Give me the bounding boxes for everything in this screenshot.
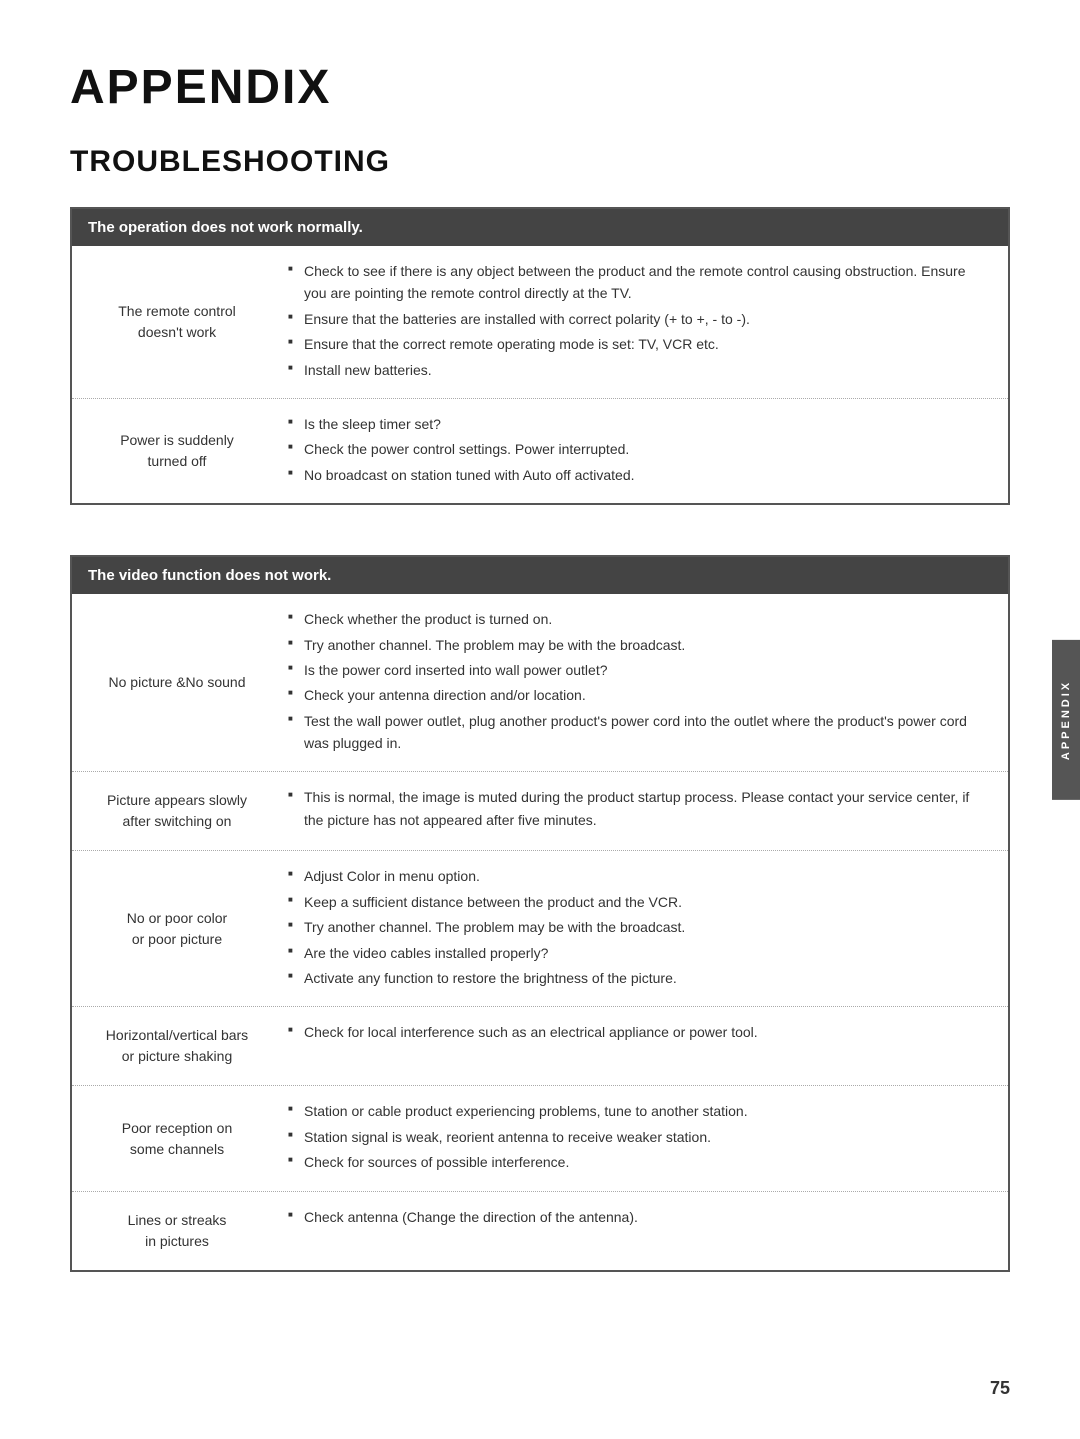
list-item: Check for local interference such as an …	[288, 1021, 988, 1043]
list-item: Test the wall power outlet, plug another…	[288, 710, 988, 755]
list-item: Ensure that the correct remote operating…	[288, 333, 988, 355]
list-item: Try another channel. The problem may be …	[288, 916, 988, 938]
table-row: No picture &No soundCheck whether the pr…	[72, 594, 1008, 771]
page-title: APPENDIX	[70, 60, 1010, 115]
table-row: Lines or streaksin pictures Check antenna…	[72, 1191, 1008, 1270]
row-label: No or poor coloror poor picture	[72, 851, 272, 1006]
sidebar-tab: APPENDIX	[1052, 639, 1080, 799]
row-label: The remote controldoesn't work	[72, 246, 272, 398]
table-operation: The operation does not work normally. Th…	[70, 207, 1010, 505]
page-number: 75	[990, 1378, 1010, 1399]
list-item: Adjust Color in menu option.	[288, 865, 988, 887]
list-item: Station signal is weak, reorient antenna…	[288, 1126, 988, 1148]
table-row: No or poor coloror poor pictureAdjust Co…	[72, 850, 1008, 1006]
list-item: This is normal, the image is muted durin…	[288, 786, 988, 831]
row-content: Check antenna (Change the direction of t…	[272, 1192, 1008, 1270]
list-item: Ensure that the batteries are installed …	[288, 308, 988, 330]
row-label: Lines or streaksin pictures	[72, 1192, 272, 1270]
table-video: The video function does not work. No pic…	[70, 555, 1010, 1271]
list-item: Is the sleep timer set?	[288, 413, 988, 435]
table-row: Horizontal/vertical barsor picture shaki…	[72, 1006, 1008, 1085]
row-content: Is the sleep timer set? Check the power c…	[272, 399, 1008, 503]
list-item: Check for sources of possible interferen…	[288, 1151, 988, 1173]
row-content: Check for local interference such as an …	[272, 1007, 1008, 1085]
row-label: No picture &No sound	[72, 594, 272, 771]
table-row: The remote controldoesn't work Check to s…	[72, 246, 1008, 398]
table2-header: The video function does not work.	[72, 557, 1008, 594]
row-label: Power is suddenlyturned off	[72, 399, 272, 503]
list-item: Station or cable product experiencing pr…	[288, 1100, 988, 1122]
row-content: Station or cable product experiencing pr…	[272, 1086, 1008, 1190]
row-label: Picture appears slowlyafter switching on	[72, 772, 272, 850]
list-item: Is the power cord inserted into wall pow…	[288, 659, 988, 681]
sidebar-label: APPENDIX	[1060, 679, 1072, 759]
list-item: Check to see if there is any object betw…	[288, 260, 988, 305]
table1-header: The operation does not work normally.	[72, 209, 1008, 246]
table-row: Picture appears slowlyafter switching on…	[72, 771, 1008, 850]
row-content: Check whether the product is turned on. T…	[272, 594, 1008, 771]
row-label: Poor reception onsome channels	[72, 1086, 272, 1190]
table-row: Poor reception onsome channels Station or…	[72, 1085, 1008, 1190]
row-content: Adjust Color in menu option. Keep a suffi…	[272, 851, 1008, 1006]
section-title: TROUBLESHOOTING	[70, 145, 1010, 179]
row-label: Horizontal/vertical barsor picture shaki…	[72, 1007, 272, 1085]
row-content: This is normal, the image is muted durin…	[272, 772, 1008, 850]
list-item: Activate any function to restore the bri…	[288, 967, 988, 989]
list-item: Install new batteries.	[288, 359, 988, 381]
list-item: No broadcast on station tuned with Auto …	[288, 464, 988, 486]
list-item: Try another channel. The problem may be …	[288, 634, 988, 656]
list-item: Keep a sufficient distance between the p…	[288, 891, 988, 913]
list-item: Are the video cables installed properly?	[288, 942, 988, 964]
list-item: Check your antenna direction and/or loca…	[288, 684, 988, 706]
list-item: Check the power control settings. Power …	[288, 438, 988, 460]
list-item: Check antenna (Change the direction of t…	[288, 1206, 988, 1228]
table-row: Power is suddenlyturned offIs the sleep …	[72, 398, 1008, 503]
row-content: Check to see if there is any object betw…	[272, 246, 1008, 398]
list-item: Check whether the product is turned on.	[288, 608, 988, 630]
